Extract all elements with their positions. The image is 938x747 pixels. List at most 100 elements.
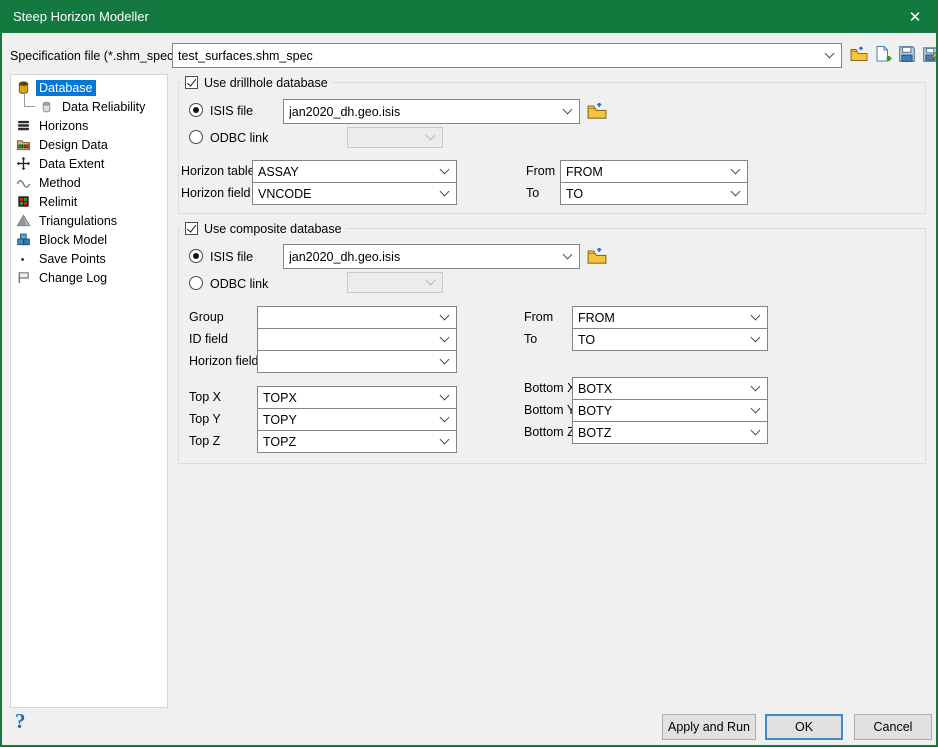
chevron-down-icon — [751, 404, 761, 414]
composite-horizon-field-label: Horizon field — [189, 354, 258, 369]
checkbox-checked-icon[interactable] — [185, 76, 198, 89]
top-z-combobox[interactable]: TOPZ — [257, 430, 457, 453]
drillhole-to-value: TO — [566, 187, 583, 201]
tree-item-method[interactable]: Method — [11, 173, 167, 192]
data-extent-icon — [16, 156, 31, 171]
tree-item-data-reliability[interactable]: Data Reliability — [11, 97, 167, 116]
composite-isis-file-combobox[interactable]: jan2020_dh.geo.isis — [283, 244, 580, 269]
use-composite-checkbox[interactable]: Use composite database — [181, 221, 346, 236]
drillhole-odbc-label: ODBC link — [210, 131, 268, 146]
composite-from-value: FROM — [578, 311, 615, 325]
use-drillhole-checkbox[interactable]: Use drillhole database — [181, 75, 332, 90]
tree-item-relimit[interactable]: Relimit — [11, 192, 167, 211]
drillhole-isis-radio[interactable] — [189, 103, 203, 117]
open-folder-icon[interactable] — [849, 44, 869, 64]
top-x-combobox[interactable]: TOPX — [257, 386, 457, 409]
sidebar-tree: Database Data Reliability Horizons Desig… — [10, 74, 168, 708]
bottom-z-combobox[interactable]: BOTZ — [572, 421, 768, 444]
tree-item-label: Block Model — [36, 232, 110, 248]
ok-button[interactable]: OK — [765, 714, 843, 740]
drillhole-isis-label: ISIS file — [210, 104, 253, 119]
bottom-y-combobox[interactable]: BOTY — [572, 399, 768, 422]
composite-isis-file-value: jan2020_dh.geo.isis — [289, 250, 400, 264]
drillhole-to-combobox[interactable]: TO — [560, 182, 748, 205]
bottom-y-label: Bottom Y — [524, 403, 575, 418]
composite-to-combobox[interactable]: TO — [572, 328, 768, 351]
spec-file-combobox[interactable]: test_surfaces.shm_spec — [172, 43, 842, 68]
chevron-down-icon — [440, 311, 450, 321]
chevron-down-icon — [440, 165, 450, 175]
tree-item-horizons[interactable]: Horizons — [11, 116, 167, 135]
chevron-down-icon — [751, 311, 761, 321]
chevron-down-icon — [563, 250, 573, 260]
bottom-x-label: Bottom X — [524, 381, 575, 396]
composite-horizon-field-combobox[interactable] — [257, 350, 457, 373]
drillhole-isis-file-combobox[interactable]: jan2020_dh.geo.isis — [283, 99, 580, 124]
drillhole-from-label: From — [526, 164, 555, 179]
tree-item-save-points[interactable]: Save Points — [11, 249, 167, 268]
title-bar[interactable]: Steep Horizon Modeller ✕ — [0, 0, 938, 33]
spec-file-value: test_surfaces.shm_spec — [178, 49, 313, 63]
relimit-icon — [16, 194, 31, 209]
chevron-down-icon — [440, 413, 450, 423]
new-spec-icon[interactable] — [873, 44, 893, 64]
horizon-field-value: VNCODE — [258, 187, 311, 201]
horizon-field-combobox[interactable]: VNCODE — [252, 182, 457, 205]
close-icon[interactable]: ✕ — [892, 0, 938, 33]
bottom-x-combobox[interactable]: BOTX — [572, 377, 768, 400]
top-z-label: Top Z — [189, 434, 220, 449]
method-icon — [16, 175, 31, 190]
horizon-table-value: ASSAY — [258, 165, 299, 179]
composite-odbc-label: ODBC link — [210, 277, 268, 292]
horizon-table-combobox[interactable]: ASSAY — [252, 160, 457, 183]
chevron-down-icon — [751, 382, 761, 392]
composite-from-combobox[interactable]: FROM — [572, 306, 768, 329]
drillhole-odbc-combobox — [347, 127, 443, 148]
top-x-value: TOPX — [263, 391, 297, 405]
drillhole-browse-folder-icon[interactable] — [587, 102, 607, 120]
use-drillhole-label: Use drillhole database — [204, 76, 328, 90]
composite-isis-radio[interactable] — [189, 249, 203, 263]
tree-item-label: Database — [36, 80, 96, 96]
tree-item-label: Data Reliability — [59, 99, 148, 115]
tree-item-label: Horizons — [36, 118, 91, 134]
cancel-button[interactable]: Cancel — [854, 714, 932, 740]
composite-odbc-combobox — [347, 272, 443, 293]
drillhole-odbc-radio[interactable] — [189, 130, 203, 144]
chevron-down-icon — [440, 435, 450, 445]
chevron-down-icon — [426, 276, 436, 286]
apply-and-run-button[interactable]: Apply and Run — [662, 714, 756, 740]
save-as-icon[interactable] — [921, 44, 938, 64]
tree-item-change-log[interactable]: Change Log — [11, 268, 167, 287]
chevron-down-icon — [731, 187, 741, 197]
composite-from-label: From — [524, 310, 553, 325]
chevron-down-icon — [825, 49, 835, 59]
save-icon[interactable] — [897, 44, 917, 64]
checkbox-checked-icon[interactable] — [185, 222, 198, 235]
chevron-down-icon — [440, 391, 450, 401]
chevron-down-icon — [440, 355, 450, 365]
id-field-label: ID field — [189, 332, 228, 347]
top-y-value: TOPY — [263, 413, 297, 427]
chevron-down-icon — [440, 187, 450, 197]
tree-item-block-model[interactable]: Block Model — [11, 230, 167, 249]
group-combobox[interactable] — [257, 306, 457, 329]
help-button[interactable]: ? — [15, 709, 26, 734]
bottom-z-value: BOTZ — [578, 426, 611, 440]
bottom-y-value: BOTY — [578, 404, 612, 418]
tree-item-triangulations[interactable]: Triangulations — [11, 211, 167, 230]
window-title: Steep Horizon Modeller — [13, 9, 149, 24]
steep-horizon-modeller-dialog: Steep Horizon Modeller ✕ Specification f… — [0, 0, 938, 747]
tree-item-design-data[interactable]: Design Data — [11, 135, 167, 154]
drillhole-from-combobox[interactable]: FROM — [560, 160, 748, 183]
composite-isis-label: ISIS file — [210, 250, 253, 265]
composite-browse-folder-icon[interactable] — [587, 247, 607, 265]
id-field-combobox[interactable] — [257, 328, 457, 351]
composite-to-value: TO — [578, 333, 595, 347]
top-y-combobox[interactable]: TOPY — [257, 408, 457, 431]
tree-item-label: Method — [36, 175, 84, 191]
save-points-icon — [16, 251, 31, 266]
tree-item-data-extent[interactable]: Data Extent — [11, 154, 167, 173]
triangulations-icon — [16, 213, 31, 228]
composite-odbc-radio[interactable] — [189, 276, 203, 290]
